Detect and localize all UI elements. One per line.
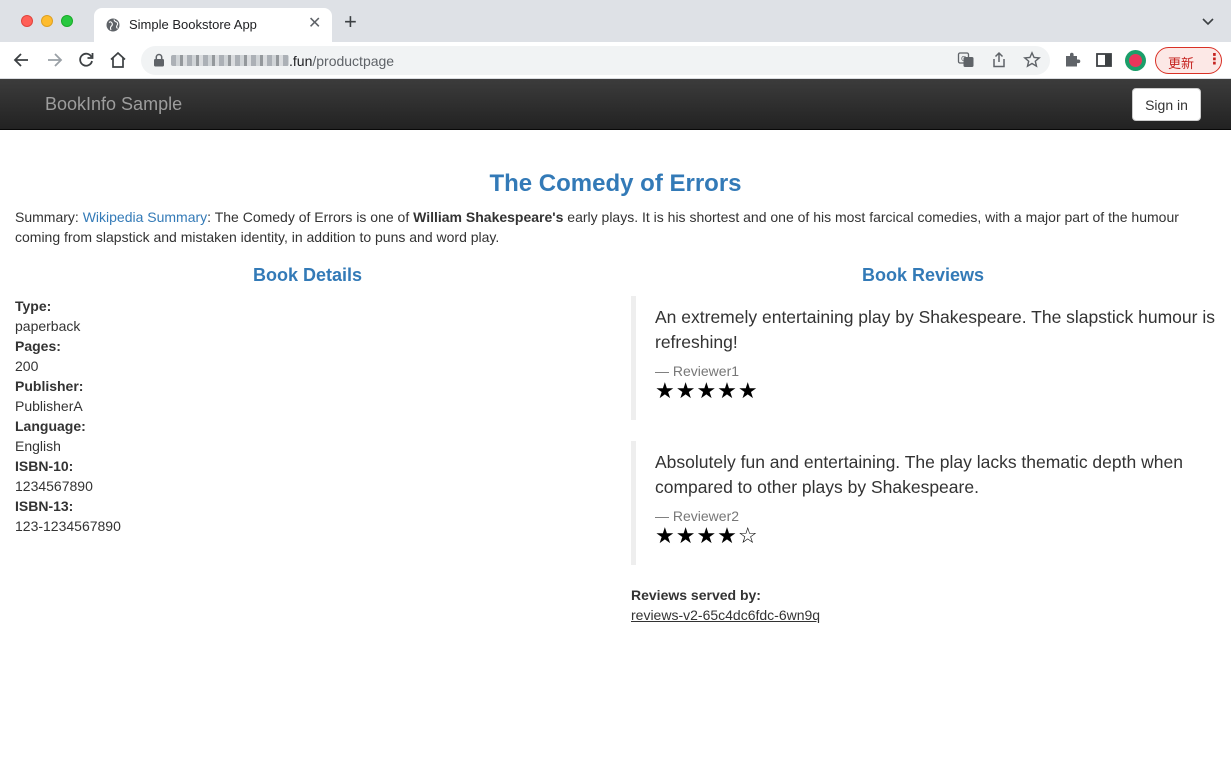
reload-icon[interactable] bbox=[76, 50, 96, 70]
detail-label-pages: Pages: bbox=[15, 338, 61, 354]
update-button[interactable]: 更新 ⋮ bbox=[1155, 47, 1222, 74]
detail-value-isbn13: 123-1234567890 bbox=[15, 518, 121, 534]
detail-value-type: paperback bbox=[15, 318, 81, 334]
browser-tab-active[interactable]: Simple Bookstore App ✕ bbox=[94, 8, 332, 42]
url-redacted-host bbox=[171, 55, 289, 66]
detail-label-publisher: Publisher: bbox=[15, 378, 84, 394]
wikipedia-summary-link[interactable]: Wikipedia Summary bbox=[83, 209, 207, 225]
extensions-puzzle-icon[interactable] bbox=[1062, 50, 1082, 70]
chevron-down-icon[interactable] bbox=[1201, 14, 1215, 28]
home-icon[interactable] bbox=[108, 50, 128, 70]
summary-author: William Shakespeare's bbox=[413, 209, 564, 225]
review-text: An extremely entertaining play by Shakes… bbox=[655, 307, 1215, 352]
star-rating: ★★★★☆ bbox=[655, 523, 759, 548]
review-item: Absolutely fun and entertaining. The pla… bbox=[631, 441, 1216, 565]
forward-arrow-icon[interactable] bbox=[44, 50, 64, 70]
window-zoom-button[interactable] bbox=[61, 15, 73, 27]
browser-tab-bar: Simple Bookstore App ✕ + bbox=[0, 0, 1231, 42]
book-details-heading: Book Details bbox=[252, 265, 363, 285]
book-reviews-heading: Book Reviews bbox=[861, 265, 985, 285]
detail-label-isbn10: ISBN-10: bbox=[15, 458, 74, 474]
detail-label-isbn13: ISBN-13: bbox=[15, 498, 74, 514]
detail-label-type: Type: bbox=[15, 298, 52, 314]
book-title: The Comedy of Errors bbox=[489, 170, 742, 197]
reviewer-name: — Reviewer2 bbox=[655, 508, 740, 524]
summary-text-1: : The Comedy of Errors is one of bbox=[207, 209, 414, 225]
tab-title: Simple Bookstore App bbox=[129, 17, 257, 32]
reviewer-name: — Reviewer1 bbox=[655, 363, 740, 379]
url-text: .fun/productpage bbox=[289, 53, 394, 69]
window-minimize-button[interactable] bbox=[41, 15, 53, 27]
kebab-menu-icon: ⋮ bbox=[1207, 51, 1222, 68]
window-close-button[interactable] bbox=[21, 15, 33, 27]
navbar-brand[interactable]: BookInfo Sample bbox=[45, 94, 182, 115]
back-arrow-icon[interactable] bbox=[12, 50, 32, 70]
review-text: Absolutely fun and entertaining. The pla… bbox=[655, 452, 1183, 497]
bookmark-star-icon[interactable] bbox=[1023, 51, 1041, 69]
update-label: 更新 bbox=[1168, 56, 1195, 71]
svg-text:G: G bbox=[961, 55, 966, 63]
reviews-served-by-value: reviews-v2-65c4dc6fdc-6wn9q bbox=[631, 607, 821, 623]
tab-close-icon[interactable]: ✕ bbox=[308, 15, 321, 33]
side-panel-icon[interactable] bbox=[1094, 50, 1114, 70]
share-icon[interactable] bbox=[990, 51, 1008, 69]
globe-icon bbox=[106, 18, 120, 32]
browser-toolbar: .fun/productpage G 更新 ⋮ bbox=[0, 42, 1231, 79]
detail-value-pages: 200 bbox=[15, 358, 39, 374]
lock-icon[interactable] bbox=[153, 53, 165, 67]
book-summary: Summary: Wikipedia Summary: The Comedy o… bbox=[15, 207, 1215, 247]
profile-avatar[interactable] bbox=[1125, 50, 1146, 71]
reviews-served-by-label: Reviews served by: bbox=[631, 587, 761, 603]
detail-value-language: English bbox=[15, 438, 61, 454]
new-tab-button[interactable]: + bbox=[344, 11, 357, 33]
summary-prefix: Summary: bbox=[15, 209, 83, 225]
url-path: /productpage bbox=[312, 53, 395, 69]
translate-icon[interactable]: G bbox=[957, 51, 975, 69]
detail-value-publisher: PublisherA bbox=[15, 398, 83, 414]
detail-value-isbn10: 1234567890 bbox=[15, 478, 93, 494]
address-bar[interactable]: .fun/productpage G bbox=[141, 46, 1050, 75]
detail-label-language: Language: bbox=[15, 418, 86, 434]
review-item: An extremely entertaining play by Shakes… bbox=[631, 296, 1216, 420]
book-details-list: Type: paperback Pages: 200 Publisher: Pu… bbox=[15, 296, 121, 536]
app-navbar: BookInfo Sample Sign in bbox=[0, 79, 1231, 130]
url-domain: .fun bbox=[289, 53, 313, 69]
sign-in-button[interactable]: Sign in bbox=[1132, 88, 1201, 121]
star-rating: ★★★★★ bbox=[655, 378, 759, 403]
